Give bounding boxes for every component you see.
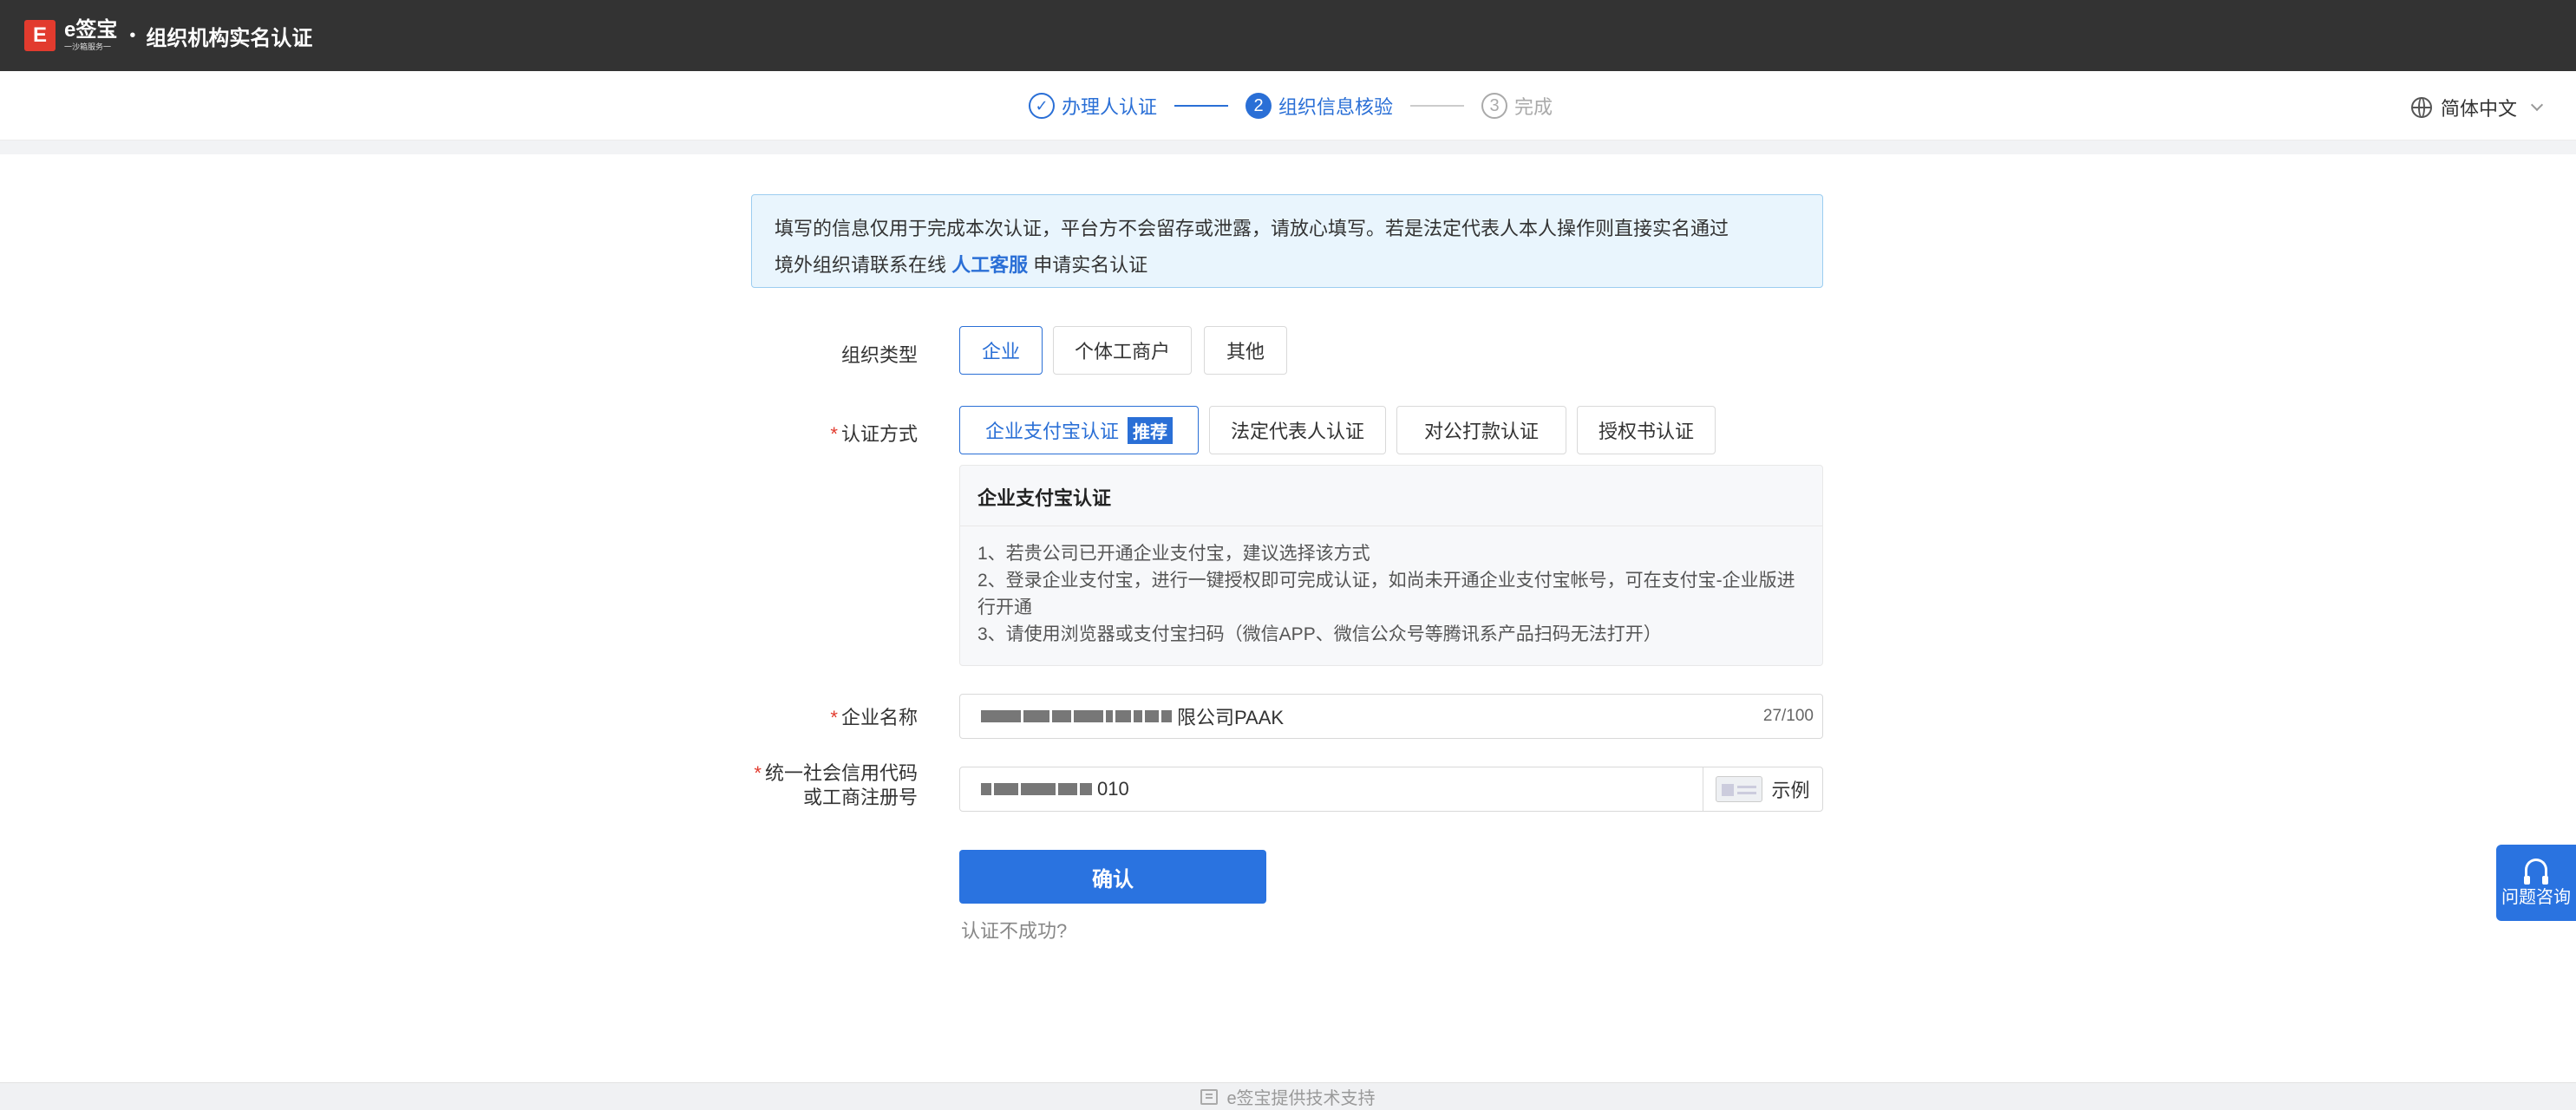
auth-alipay-enterprise[interactable]: 企业支付宝认证 推荐	[959, 406, 1199, 454]
masked-text	[981, 710, 1172, 722]
step-number: 3	[1481, 93, 1508, 119]
check-circle-icon: ✓	[1029, 93, 1055, 119]
info-notice: 填写的信息仅用于完成本次认证，平台方不会留存或泄露，请放心填写。若是法定代表人本…	[751, 194, 1823, 288]
company-name-value: 限公司PAAK	[1177, 707, 1285, 728]
char-counter: 27/100	[1762, 707, 1814, 725]
auth-method-description: 企业支付宝认证 1、若贵公司已开通企业支付宝，建议选择该方式 2、登录企业支付宝…	[959, 465, 1823, 666]
required-marker: *	[754, 762, 762, 784]
notice-text: 境外组织请联系在线	[775, 254, 947, 276]
footer: e签宝提供技术支持	[0, 1082, 2576, 1110]
step-complete: 3 完成	[1481, 92, 1553, 120]
globe-icon	[2410, 97, 2432, 118]
footer-text: e签宝提供技术支持	[1226, 1089, 1376, 1108]
auth-failed-link[interactable]: 认证不成功?	[961, 916, 1067, 944]
step-label: 完成	[1514, 96, 1553, 118]
headset-icon	[2524, 858, 2548, 885]
chevron-down-icon	[2530, 98, 2544, 112]
label-text: 企业名称	[840, 707, 918, 728]
step-label: 办理人认证	[1062, 96, 1158, 118]
step-operator-auth: ✓ 办理人认证	[1029, 92, 1157, 120]
logo-subtitle: 一沙箱服务一	[64, 42, 112, 51]
id-card-icon	[1716, 776, 1763, 802]
org-type-label: 组织类型	[840, 344, 918, 366]
label-text: 认证方式	[840, 423, 918, 445]
help-consult-button[interactable]: 问题咨询	[2496, 845, 2576, 921]
label-text: 统一社会信用代码	[764, 762, 918, 784]
auth-legal-rep[interactable]: 法定代表人认证	[1209, 406, 1386, 454]
masked-text	[981, 783, 1092, 795]
logo-mark: E	[24, 20, 56, 51]
recommended-badge: 推荐	[1128, 416, 1173, 444]
title-separator: •	[129, 25, 136, 45]
auth-method-label: * 认证方式	[675, 419, 918, 447]
top-bar: E e签宝 一沙箱服务一 • 组织机构实名认证	[0, 0, 2576, 71]
esign-logo[interactable]: E e签宝 一沙箱服务一	[24, 20, 117, 51]
description-title: 企业支付宝认证	[960, 466, 1822, 526]
credit-code-input[interactable]: 010 示例	[959, 767, 1823, 812]
help-label: 问题咨询	[2501, 887, 2571, 907]
credit-code-label: * 统一社会信用代码 或工商注册号	[675, 761, 918, 810]
description-body: 1、若贵公司已开通企业支付宝，建议选择该方式 2、登录企业支付宝，进行一键授权即…	[960, 526, 1822, 662]
notice-line-2: 境外组织请联系在线 人工客服 申请实名认证	[775, 247, 1800, 284]
company-name-input[interactable]: 限公司PAAK 27/100	[959, 694, 1823, 739]
step-org-verify: 2 组织信息核验	[1246, 92, 1393, 120]
description-line: 1、若贵公司已开通企业支付宝，建议选择该方式	[977, 544, 1370, 564]
step-bar: ✓ 办理人认证 2 组织信息核验 3 完成 简体中文	[0, 71, 2576, 140]
org-type-other[interactable]: 其他	[1204, 326, 1287, 375]
esign-icon	[1200, 1088, 1219, 1105]
logo-name: e签宝	[64, 18, 118, 42]
progress-steps: ✓ 办理人认证 2 组织信息核验 3 完成	[1029, 92, 1553, 120]
step-number: 2	[1246, 93, 1272, 119]
step-connector	[1174, 105, 1229, 107]
step-connector	[1410, 105, 1465, 107]
option-label: 企业支付宝认证	[984, 421, 1119, 442]
language-label: 简体中文	[2440, 98, 2517, 120]
step-label: 组织信息核验	[1278, 96, 1394, 118]
description-line: 3、请使用浏览器或支付宝扫码（微信APP、微信公众号等腾讯系产品扫码无法打开）	[977, 624, 1662, 644]
notice-text: 申请实名认证	[1033, 254, 1148, 276]
label-text: 或工商注册号	[802, 787, 918, 808]
logo-wordmark: e签宝 一沙箱服务一	[64, 20, 117, 51]
example-button[interactable]: 示例	[1703, 767, 1822, 811]
notice-line-1: 填写的信息仅用于完成本次认证，平台方不会留存或泄露，请放心填写。若是法定代表人本…	[775, 218, 1729, 239]
example-label: 示例	[1771, 780, 1810, 801]
auth-authorization-letter[interactable]: 授权书认证	[1577, 406, 1716, 454]
required-marker: *	[830, 423, 838, 445]
org-type-enterprise[interactable]: 企业	[959, 326, 1043, 375]
auth-corporate-transfer[interactable]: 对公打款认证	[1396, 406, 1566, 454]
page-title: 组织机构实名认证	[146, 26, 313, 50]
required-marker: *	[830, 707, 838, 728]
main-content: 填写的信息仅用于完成本次认证，平台方不会留存或泄露，请放心填写。若是法定代表人本…	[0, 154, 2576, 1082]
description-line: 2、登录企业支付宝，进行一键授权即可完成认证，如尚未开通企业支付宝帐号，可在支付…	[977, 571, 1795, 617]
credit-code-value: 010	[1097, 778, 1129, 800]
org-type-individual-business[interactable]: 个体工商户	[1053, 326, 1192, 375]
confirm-button[interactable]: 确认	[959, 850, 1266, 904]
company-name-label: * 企业名称	[675, 702, 918, 730]
language-selector[interactable]: 简体中文	[2410, 94, 2544, 121]
customer-service-link[interactable]: 人工客服	[951, 254, 1028, 276]
